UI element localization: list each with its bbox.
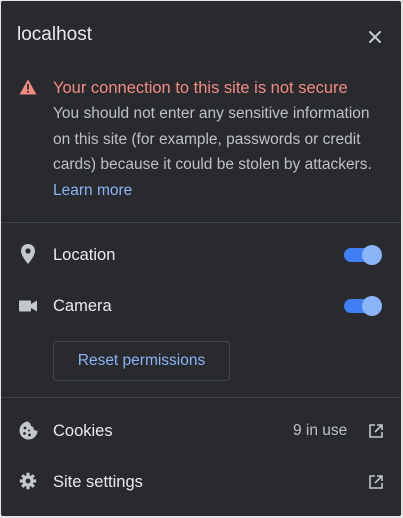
cookies-open-button[interactable]	[367, 422, 385, 440]
divider	[1, 397, 401, 398]
camera-toggle[interactable]	[342, 295, 382, 316]
external-link-icon	[369, 475, 383, 489]
site-info-popup: localhost Your connection to this site i…	[1, 1, 401, 516]
toggle-knob	[362, 245, 382, 265]
divider	[1, 222, 401, 223]
location-pin-icon	[17, 243, 39, 265]
toggle-knob	[362, 296, 382, 316]
warning-icon	[19, 79, 37, 95]
gear-icon	[17, 470, 39, 492]
reset-permissions-button[interactable]: Reset permissions	[53, 341, 230, 381]
permission-label-camera: Camera	[53, 297, 112, 315]
cookie-icon	[17, 419, 39, 441]
site-settings-label[interactable]: Site settings	[53, 471, 143, 493]
location-toggle[interactable]	[342, 244, 382, 265]
cookies-label[interactable]: Cookies	[53, 420, 113, 442]
warning-message: You should not enter any sensitive infor…	[53, 101, 383, 203]
warning-body-text: You should not enter any sensitive infor…	[53, 105, 372, 173]
warning-title: Your connection to this site is not secu…	[53, 79, 348, 97]
camera-icon	[17, 295, 39, 317]
site-settings-open-button[interactable]	[367, 473, 385, 491]
close-icon	[369, 31, 381, 43]
site-host: localhost	[17, 24, 92, 45]
cookies-count: 9 in use	[293, 422, 348, 439]
learn-more-link[interactable]: Learn more	[53, 182, 132, 199]
permission-label-location: Location	[53, 246, 116, 264]
external-link-icon	[369, 424, 383, 438]
close-button[interactable]	[363, 25, 387, 49]
